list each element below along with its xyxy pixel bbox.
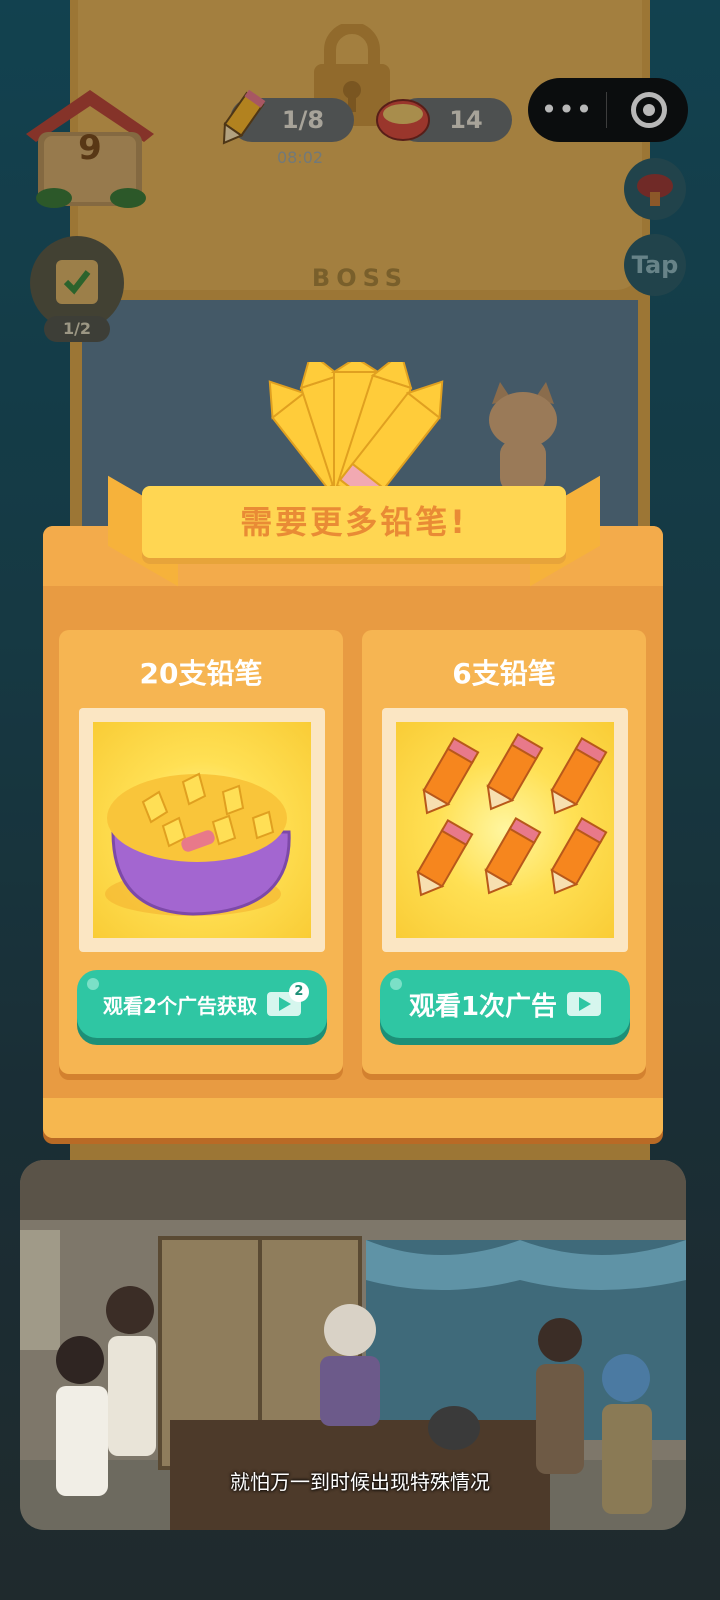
- offer-image-frame: [79, 708, 325, 952]
- six-pencils-icon: [416, 732, 608, 897]
- watch-2-ads-button[interactable]: 观看2个广告获取 2: [77, 970, 327, 1038]
- cutscene-subtitle: 就怕万一到时候出现特殊情况: [230, 1470, 490, 1494]
- offer-title: 6支铅笔: [452, 657, 556, 690]
- pencil-fan-decoration: [268, 362, 444, 492]
- offer-title: 20支铅笔: [139, 657, 263, 690]
- watch-2-ads-label: 观看2个广告获取: [103, 993, 257, 1018]
- dialog-bottom-strip: [43, 1098, 663, 1138]
- dialog-title: 需要更多铅笔!: [240, 503, 468, 541]
- watch-1-ad-label: 观看1次广告: [408, 991, 558, 1022]
- offer-image-background: [93, 722, 311, 938]
- button-highlight-dot: [390, 978, 402, 990]
- offer-card-6-pencils: 6支铅笔 观看1次广告: [362, 630, 646, 1074]
- offer-image-frame: [382, 708, 628, 952]
- video-play-icon: [567, 992, 602, 1016]
- video-play-icon: 2: [266, 982, 309, 1016]
- pencil-bag-icon: [105, 772, 291, 916]
- offer-image-background: [396, 722, 614, 938]
- cat-character: [489, 382, 557, 492]
- button-highlight-dot: [87, 978, 99, 990]
- offer-card-20-pencils: 20支铅笔 观看2个广告获取 2: [59, 630, 343, 1074]
- dialog-title-ribbon: 需要更多铅笔!: [142, 486, 566, 558]
- ad-count-badge: 2: [288, 982, 309, 1002]
- watch-1-ad-button[interactable]: 观看1次广告: [380, 970, 630, 1038]
